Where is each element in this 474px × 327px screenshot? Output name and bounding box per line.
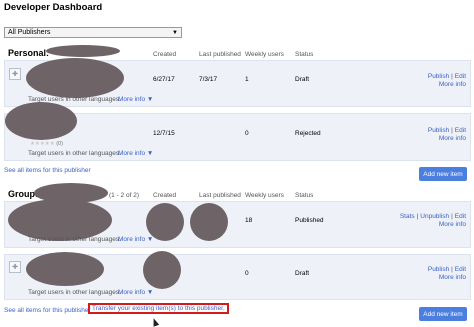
publisher-select-value: All Publishers: [8, 29, 51, 36]
redacted-item-name: [26, 58, 124, 98]
redacted-item-icon: [5, 102, 77, 140]
see-all-items-link[interactable]: See all items for this publisher: [4, 167, 91, 174]
add-new-item-button[interactable]: Add new item: [419, 307, 467, 321]
column-weekly-users: Weekly users: [245, 192, 284, 199]
edit-link[interactable]: Edit: [455, 213, 466, 220]
column-created: Created: [153, 51, 177, 58]
edit-link[interactable]: Edit: [455, 127, 466, 134]
page-title: Developer Dashboard: [4, 2, 103, 13]
edit-link[interactable]: Edit: [455, 73, 466, 80]
column-status: Status: [295, 192, 314, 199]
item-actions: Stats | Unpublish | Edit: [399, 213, 466, 220]
item-actions: Publish | Edit: [427, 73, 466, 80]
item-status: Rejected: [295, 130, 321, 137]
chevron-down-icon: ▼: [146, 150, 154, 157]
redacted-created: [143, 251, 181, 289]
redacted-name: [46, 45, 120, 57]
rating-stars: ★★★★★ (0): [30, 141, 63, 147]
item-weekly-users: 18: [245, 217, 253, 224]
mouse-cursor-icon: [150, 317, 160, 327]
chevron-down-icon: ▼: [146, 289, 154, 296]
item-weekly-users: 1: [245, 76, 249, 83]
item-status: Published: [295, 217, 324, 224]
item-last-published: 7/3/17: [199, 76, 218, 83]
see-all-items-link[interactable]: See all items for this publisher: [4, 307, 91, 314]
more-info-link[interactable]: More info: [439, 135, 466, 142]
chevron-down-icon: ▼: [172, 29, 178, 36]
redacted-last-published: [190, 203, 228, 241]
add-new-item-button[interactable]: Add new item: [419, 167, 467, 181]
item-created: 6/27/17: [153, 76, 175, 83]
item-actions: Publish | Edit: [427, 266, 466, 273]
item-created: 12/7/15: [153, 130, 175, 137]
column-last-published: Last published: [199, 51, 241, 58]
more-info-link[interactable]: More info ▼: [118, 236, 153, 243]
stats-link[interactable]: Stats: [400, 213, 415, 220]
item-weekly-users: 0: [245, 130, 249, 137]
group-range: (1 - 2 of 2): [109, 192, 139, 199]
target-languages-text: Target users in other languages.: [28, 150, 121, 157]
edit-link[interactable]: Edit: [455, 266, 466, 273]
column-created: Created: [153, 192, 177, 199]
more-info-link[interactable]: More info: [439, 81, 466, 88]
unpublish-link[interactable]: Unpublish: [420, 213, 449, 220]
chevron-down-icon: ▼: [146, 236, 154, 243]
publish-link[interactable]: Publish: [428, 127, 449, 134]
redacted-item-name: [26, 252, 104, 286]
target-languages-text: Target users in other languages.: [28, 289, 121, 296]
publish-link[interactable]: Publish: [428, 73, 449, 80]
puzzle-icon: ✚: [9, 261, 21, 273]
item-actions: Publish | Edit: [427, 127, 466, 134]
chevron-down-icon: ▼: [146, 96, 154, 103]
item-weekly-users: 0: [245, 270, 249, 277]
item-status: Draft: [295, 76, 310, 83]
item-status: Draft: [295, 270, 310, 277]
column-status: Status: [295, 51, 314, 58]
transfer-items-link[interactable]: Transfer your existing item(s) to this p…: [92, 305, 225, 312]
more-info-link[interactable]: More info ▼: [118, 96, 153, 103]
more-info-link[interactable]: More info: [439, 221, 466, 228]
target-languages-text: Target users in other languages.: [28, 236, 121, 243]
column-last-published: Last published: [199, 192, 241, 199]
column-weekly-users: Weekly users: [245, 51, 284, 58]
publish-link[interactable]: Publish: [428, 266, 449, 273]
publisher-select[interactable]: All Publishers ▼: [4, 27, 182, 38]
transfer-highlight: Transfer your existing item(s) to this p…: [88, 303, 229, 314]
more-info-link[interactable]: More info: [439, 274, 466, 281]
redacted-item-name: [8, 199, 112, 241]
more-info-link[interactable]: More info ▼: [118, 150, 153, 157]
puzzle-icon: ✚: [9, 68, 21, 80]
personal-section-label: Personal:: [8, 48, 50, 58]
more-info-link[interactable]: More info ▼: [118, 289, 153, 296]
